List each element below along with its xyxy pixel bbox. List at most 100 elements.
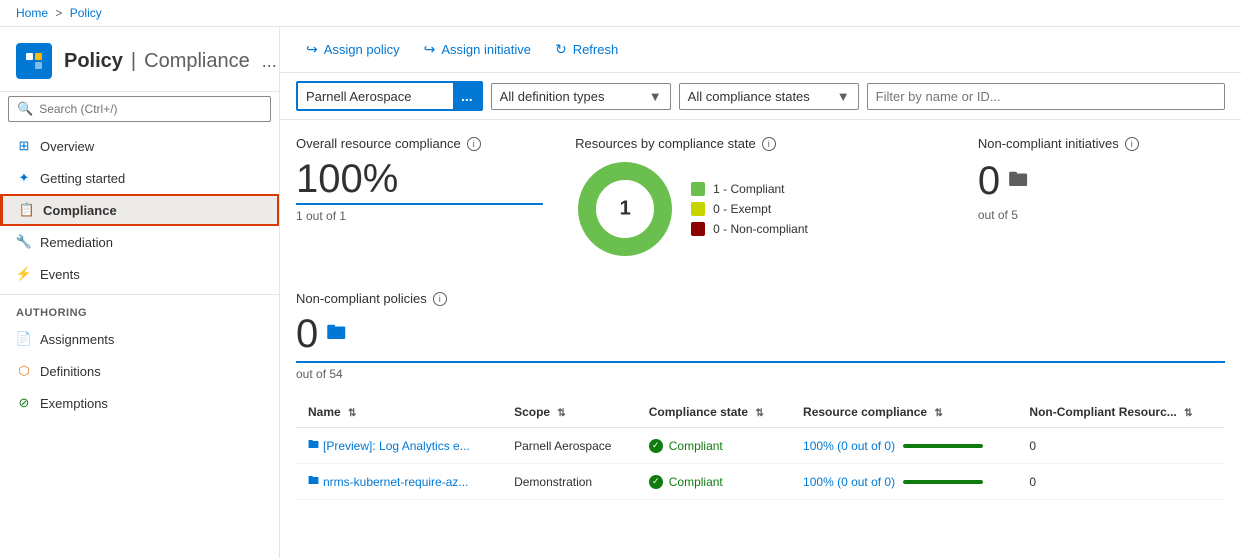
nav-overview-label: Overview (40, 139, 94, 154)
content-area: ↪ Assign policy ↪ Assign initiative ↻ Re… (280, 27, 1241, 558)
legend-color-exempt (691, 202, 705, 216)
nav-getting-started[interactable]: ✦ Getting started (0, 162, 279, 194)
nav-events[interactable]: ⚡ Events (0, 258, 279, 290)
cell-resource-compliance-0: 100% (0 out of 0) (791, 428, 1017, 464)
exemptions-icon: ⊘ (16, 395, 32, 411)
table-row: 🖿 nrms-kubernet-require-az... Demonstrat… (296, 464, 1225, 500)
scope-input[interactable] (298, 84, 453, 109)
col-scope-label: Scope (514, 405, 550, 419)
nav-getting-started-label: Getting started (40, 171, 125, 186)
breadcrumb-current[interactable]: Policy (70, 6, 102, 20)
scope-selector[interactable]: ... (296, 81, 483, 111)
bar-fill-1 (903, 480, 983, 484)
legend-compliant: 1 - Compliant (691, 182, 808, 196)
definition-types-dropdown[interactable]: All definition types ▼ (491, 83, 671, 110)
nav-remediation[interactable]: 🔧 Remediation (0, 226, 279, 258)
legend-color-noncompliant (691, 222, 705, 236)
content-body: Overall resource compliance i 100% 1 out… (280, 120, 1241, 558)
col-resource-compliance[interactable]: Resource compliance ⇅ (791, 397, 1017, 428)
initiatives-num: 0 (978, 159, 1000, 204)
compliance-states-dropdown[interactable]: All compliance states ▼ (679, 83, 859, 110)
nav-exemptions[interactable]: ⊘ Exemptions (0, 387, 279, 419)
nav-exemptions-label: Exemptions (40, 396, 108, 411)
col-compliance-state-label: Compliance state (649, 405, 748, 419)
nav-remediation-label: Remediation (40, 235, 113, 250)
policies-value-row: 0 🖿 (296, 312, 1225, 357)
scope-browse-button[interactable]: ... (453, 83, 481, 109)
bar-track-0 (903, 444, 983, 448)
compliance-bar-1: 100% (0 out of 0) (803, 475, 1005, 489)
compliance-state-badge-1: ✓ Compliant (649, 475, 779, 489)
row-name-link-0[interactable]: 🖿 [Preview]: Log Analytics e... (308, 436, 490, 455)
breadcrumb-home[interactable]: Home (16, 6, 48, 20)
legend-exempt-label: 0 - Exempt (713, 202, 771, 216)
name-id-filter[interactable] (867, 83, 1225, 110)
page-subtitle: Compliance (144, 50, 250, 73)
overall-sub: 1 out of 1 (296, 203, 543, 223)
donut-center-value: 1 (620, 198, 631, 221)
col-scope[interactable]: Scope ⇅ (502, 397, 637, 428)
overall-info-icon[interactable]: i (467, 137, 481, 151)
cell-name-1: 🖿 nrms-kubernet-require-az... (296, 464, 502, 500)
search-input[interactable] (39, 102, 262, 116)
assign-initiative-button[interactable]: ↪ Assign initiative (414, 35, 541, 64)
page-icon (16, 43, 52, 79)
col-scope-sort: ⇅ (557, 408, 565, 419)
nav-definitions[interactable]: ⬡ Definitions (0, 355, 279, 387)
non-compliant-policies-section: Non-compliant policies i 0 🖿 out of 54 (296, 291, 1225, 381)
assign-policy-icon: ↪ (306, 41, 318, 58)
cell-scope-0: Parnell Aerospace (502, 428, 637, 464)
compliance-state-badge-0: ✓ Compliant (649, 439, 779, 453)
cell-resource-compliance-1: 100% (0 out of 0) (791, 464, 1017, 500)
col-compliance-state[interactable]: Compliance state ⇅ (637, 397, 791, 428)
refresh-label: Refresh (573, 42, 619, 57)
nav-assignments-label: Assignments (40, 332, 114, 347)
breadcrumb: Home > Policy (0, 0, 1241, 27)
bar-fill-0 (903, 444, 983, 448)
title-separator: | (131, 50, 136, 73)
compliance-table: Name ⇅ Scope ⇅ Compliance state ⇅ (296, 397, 1225, 500)
chart-legend: 1 - Compliant 0 - Exempt 0 - Non-complia… (691, 182, 808, 236)
policies-info-icon[interactable]: i (433, 292, 447, 306)
col-name-label: Name (308, 405, 341, 419)
page-header: Policy | Compliance ... (0, 35, 279, 92)
sidebar-search: 🔍 (0, 92, 279, 130)
row-icon-0: 🖿 (308, 436, 319, 455)
resources-info-icon[interactable]: i (762, 137, 776, 151)
search-box[interactable]: 🔍 (8, 96, 271, 122)
assign-initiative-icon: ↪ (424, 41, 436, 58)
initiatives-value-row: 0 🖿 (978, 159, 1225, 204)
nav-overview[interactable]: ⊞ Overview (0, 130, 279, 162)
remediation-icon: 🔧 (16, 234, 32, 250)
filter-row: ... All definition types ▼ All complianc… (280, 73, 1241, 120)
toolbar: ↪ Assign policy ↪ Assign initiative ↻ Re… (280, 27, 1241, 73)
col-non-compliant-sort: ⇅ (1184, 408, 1192, 419)
overall-compliance-block: Overall resource compliance i 100% 1 out… (296, 136, 543, 223)
assign-policy-button[interactable]: ↪ Assign policy (296, 35, 410, 64)
refresh-button[interactable]: ↻ Refresh (545, 35, 628, 64)
row-icon-1: 🖿 (308, 472, 319, 491)
col-resource-compliance-sort: ⇅ (934, 408, 942, 419)
cell-state-0: ✓ Compliant (637, 428, 791, 464)
nav-assignments[interactable]: 📄 Assignments (0, 323, 279, 355)
col-compliance-state-sort: ⇅ (755, 408, 763, 419)
nav-compliance[interactable]: 📋 Compliance (0, 194, 279, 226)
page-title: Policy (64, 50, 123, 73)
breadcrumb-sep: > (55, 6, 62, 20)
row-name-link-1[interactable]: 🖿 nrms-kubernet-require-az... (308, 472, 490, 491)
col-name[interactable]: Name ⇅ (296, 397, 502, 428)
events-icon: ⚡ (16, 266, 32, 282)
legend-color-compliant (691, 182, 705, 196)
compliance-pct-1: 100% (0 out of 0) (803, 475, 895, 489)
initiatives-info-icon[interactable]: i (1125, 137, 1139, 151)
getting-started-icon: ✦ (16, 170, 32, 186)
initiatives-sub: out of 5 (978, 208, 1225, 222)
compliance-bar-0: 100% (0 out of 0) (803, 439, 1005, 453)
cell-non-compliant-0: 0 (1017, 428, 1225, 464)
legend-exempt: 0 - Exempt (691, 202, 808, 216)
compliance-states-label: All compliance states (688, 89, 810, 104)
col-non-compliant[interactable]: Non-Compliant Resourc... ⇅ (1017, 397, 1225, 428)
more-button[interactable]: ... (262, 51, 277, 72)
col-name-sort: ⇅ (348, 408, 356, 419)
table-body: 🖿 [Preview]: Log Analytics e... Parnell … (296, 428, 1225, 500)
